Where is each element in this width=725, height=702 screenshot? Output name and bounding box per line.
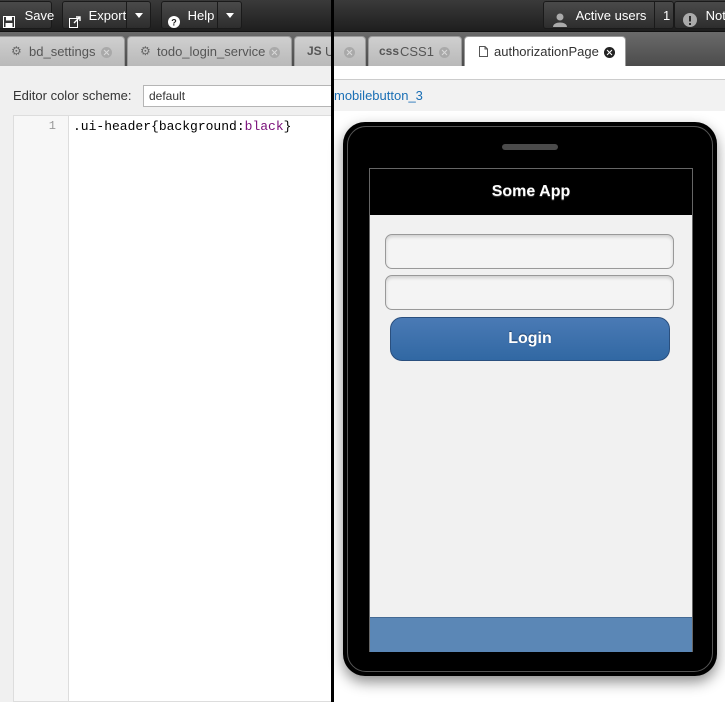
color-scheme-select[interactable]: default [143,85,343,107]
phone-screen: Some App Login [369,168,693,652]
alert-icon [683,9,697,27]
code-editor[interactable]: 1 .ui-header{background:black} [13,115,343,702]
phone-speaker [502,144,558,150]
top-toolbar: Save Export ? Help Active users 1 Noti [0,0,725,32]
color-scheme-label: Editor color scheme: [13,88,132,103]
help-dropdown-toggle[interactable] [217,2,242,28]
notifications-label: Noti [705,8,725,23]
tab-label: bd_settings [29,44,96,59]
close-icon[interactable] [439,47,450,58]
export-dropdown-toggle[interactable] [126,2,151,28]
css-close-brace: } [283,119,292,134]
active-users-button[interactable]: Active users 1 [543,1,674,30]
tab-css1[interactable]: css CSS1 [368,36,462,66]
close-icon[interactable] [101,47,112,58]
close-icon[interactable] [344,47,355,58]
phone-frame: Some App Login [343,122,717,676]
tab-authorization-page[interactable]: authorizationPage [464,36,626,67]
active-users-label: Active users [575,8,647,23]
gear-icon: ⚙ [11,44,22,58]
app-header: Some App [370,169,692,215]
css-editor-pane: Editor color scheme: default 1 .ui-heade… [0,66,343,702]
tab-label: todo_login_service [157,44,266,59]
tab-js-u[interactable]: JS U [294,36,366,66]
css-value: black [244,119,284,134]
close-icon[interactable] [269,47,280,58]
password-input[interactable] [385,275,674,310]
export-icon [69,10,81,28]
question-mark-icon: ? [168,10,180,28]
app-footer [370,617,692,652]
export-button[interactable]: Export [62,1,151,29]
tab-label: authorizationPage [494,44,599,59]
file-tabs: ⚙ bd_settings ⚙ todo_login_service JS U … [0,32,725,67]
user-icon [553,9,567,27]
help-label: Help [187,8,215,23]
tab-label: CSS1 [400,44,434,59]
active-users-count: 1 [654,2,670,30]
close-icon[interactable] [604,47,615,58]
mobile-preview-pane: mobilebutton_3 Some App Login [334,66,725,702]
page-icon [479,37,488,67]
line-number: 1 [48,119,56,133]
svg-text:?: ? [171,18,177,28]
floppy-disk-icon [3,10,15,28]
pane-splitter[interactable] [331,0,334,702]
code-line: .ui-header{background:black} [73,119,291,134]
tab-bd-settings[interactable]: ⚙ bd_settings [0,36,125,66]
help-button[interactable]: ? Help [161,1,242,29]
line-gutter: 1 [14,116,69,701]
tab-todo-login-service[interactable]: ⚙ todo_login_service [127,36,292,66]
gear-icon: ⚙ [140,44,151,58]
chevron-down-icon [135,13,143,18]
save-label: Save [24,8,55,23]
css-open-brace: { [151,119,159,134]
css-property: background: [158,119,245,134]
breadcrumb-link[interactable]: mobilebutton_3 [334,88,423,103]
save-button[interactable]: Save [0,1,55,29]
chevron-down-icon [226,13,234,18]
js-file-icon: JS [307,44,322,58]
css-selector: .ui-header [73,119,152,134]
notifications-button[interactable]: Noti [674,1,725,29]
login-button[interactable]: Login [390,317,670,361]
export-label: Export [88,8,127,23]
css-file-icon: css [379,44,400,58]
username-input[interactable] [385,234,674,269]
